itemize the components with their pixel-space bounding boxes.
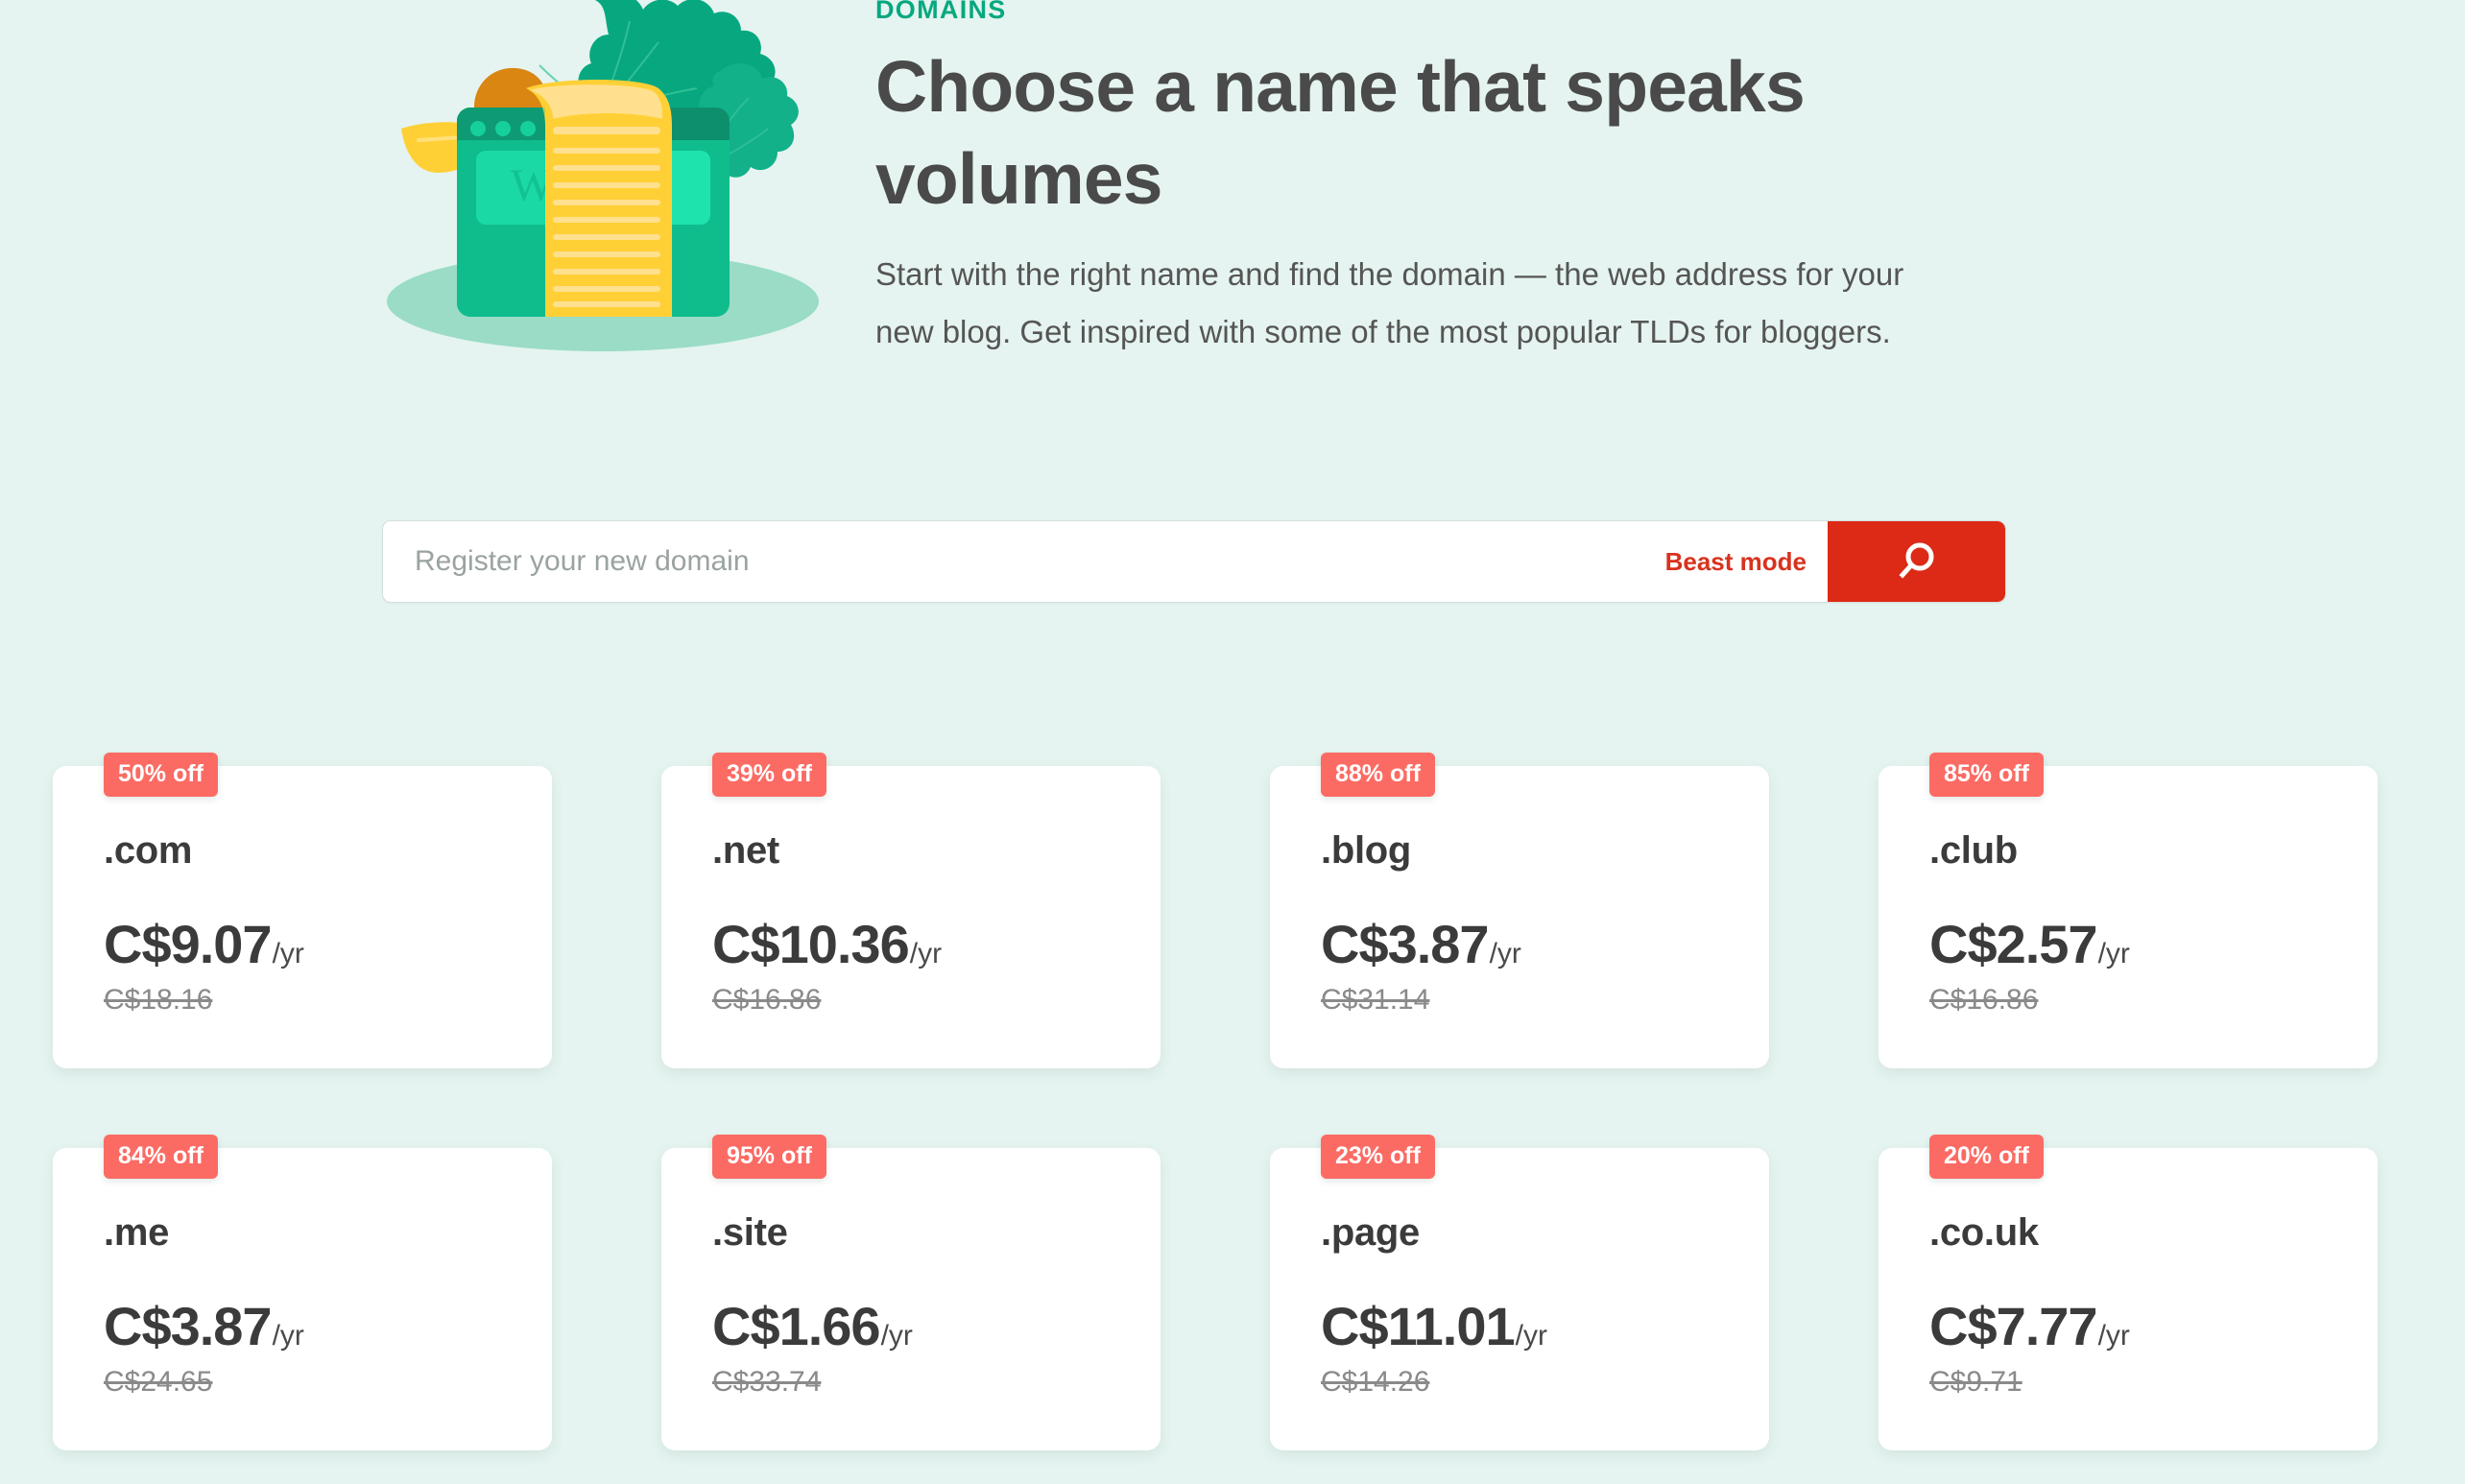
discount-badge: 50% off — [104, 753, 218, 797]
tld-card-body: .page C$11.01 /yr C$14.26 — [1321, 1208, 1740, 1401]
tld-card-body: .site C$1.66 /yr C$33.74 — [712, 1208, 1132, 1401]
price-period: /yr — [272, 938, 304, 969]
tld-card-row: 50% off .com C$9.07 /yr C$18.16 39% off — [0, 753, 2465, 1069]
domains-landing-page: W DOMAINS Choose a name that speaks volu… — [0, 0, 2465, 1484]
tld-price-card-grid: 50% off .com C$9.07 /yr C$18.16 39% off — [0, 753, 2465, 1451]
tld-card-body: .me C$3.87 /yr C$24.65 — [104, 1208, 523, 1401]
blog-window-scroll-leaf-illustration: W — [365, 0, 826, 386]
search-icon — [1892, 537, 1942, 586]
original-price: C$9.71 — [1929, 1366, 2022, 1398]
sale-price: C$1.66 — [712, 1296, 881, 1356]
price-period: /yr — [2097, 938, 2130, 969]
tld-card-body: .club C$2.57 /yr C$16.86 — [1929, 826, 2349, 1019]
tld-name: .co.uk — [1929, 1211, 2039, 1254]
discount-badge: 39% off — [712, 753, 826, 797]
tld-name: .page — [1321, 1211, 1420, 1254]
discount-badge: 85% off — [1929, 753, 2044, 797]
sale-price: C$3.87 — [104, 1296, 273, 1356]
tld-card[interactable]: .com C$9.07 /yr C$18.16 — [53, 766, 552, 1068]
sale-price: C$9.07 — [104, 914, 273, 974]
tld-card-body: .com C$9.07 /yr C$18.16 — [104, 826, 523, 1019]
tld-card[interactable]: .page C$11.01 /yr C$14.26 — [1270, 1148, 1769, 1450]
tld-card[interactable]: .co.uk C$7.77 /yr C$9.71 — [1879, 1148, 2378, 1450]
original-price: C$31.14 — [1321, 984, 1430, 1016]
tld-card-slot: 84% off .me C$3.87 /yr C$24.65 — [53, 1135, 552, 1451]
section-eyebrow-label: DOMAINS — [875, 0, 1007, 24]
tld-card[interactable]: .me C$3.87 /yr C$24.65 — [53, 1148, 552, 1450]
sale-price: C$10.36 — [712, 914, 910, 974]
original-price: C$24.65 — [104, 1366, 213, 1398]
hero-section: W DOMAINS Choose a name that speaks volu… — [0, 0, 2465, 451]
price-period: /yr — [2097, 1320, 2130, 1352]
tld-card-body: .blog C$3.87 /yr C$31.14 — [1321, 826, 1740, 1019]
tld-card[interactable]: .blog C$3.87 /yr C$31.14 — [1270, 766, 1769, 1068]
discount-badge: 95% off — [712, 1135, 826, 1179]
tld-card[interactable]: .net C$10.36 /yr C$16.86 — [661, 766, 1161, 1068]
discount-badge: 23% off — [1321, 1135, 1435, 1179]
domain-search-bar[interactable]: Beast mode — [382, 520, 2006, 603]
sale-price: C$7.77 — [1929, 1296, 2098, 1356]
search-input[interactable] — [383, 521, 1656, 602]
tld-name: .net — [712, 829, 779, 872]
tld-card-body: .co.uk C$7.77 /yr C$9.71 — [1929, 1208, 2349, 1401]
price-line: C$3.87 /yr — [1321, 918, 1740, 971]
tld-card[interactable]: .site C$1.66 /yr C$33.74 — [661, 1148, 1161, 1450]
tld-name: .com — [104, 829, 193, 872]
original-price: C$14.26 — [1321, 1366, 1430, 1398]
tld-card-slot: 88% off .blog C$3.87 /yr C$31.14 — [1270, 753, 1769, 1069]
original-price: C$16.86 — [712, 984, 822, 1016]
price-period: /yr — [909, 938, 943, 969]
price-period: /yr — [1515, 1320, 1547, 1352]
sale-price: C$3.87 — [1321, 914, 1490, 974]
price-line: C$3.87 /yr — [104, 1300, 523, 1353]
price-period: /yr — [1489, 938, 1521, 969]
original-price: C$16.86 — [1929, 984, 2039, 1016]
tld-name: .site — [712, 1211, 788, 1254]
tld-card-body: .net C$10.36 /yr C$16.86 — [712, 826, 1132, 1019]
tld-name: .me — [104, 1211, 170, 1254]
tld-card-slot: 95% off .site C$1.66 /yr C$33.74 — [661, 1135, 1161, 1451]
hero-text-block: DOMAINS Choose a name that speaks volume… — [875, 0, 1950, 361]
sale-price: C$2.57 — [1929, 914, 2098, 974]
sale-price: C$11.01 — [1321, 1296, 1516, 1356]
price-line: C$2.57 /yr — [1929, 918, 2349, 971]
price-line: C$7.77 /yr — [1929, 1300, 2349, 1353]
hero-description: Start with the right name and find the d… — [875, 256, 1904, 349]
beast-mode-button[interactable]: Beast mode — [1656, 521, 1828, 602]
discount-badge: 20% off — [1929, 1135, 2044, 1179]
price-line: C$1.66 /yr — [712, 1300, 1132, 1353]
tld-name: .blog — [1321, 829, 1412, 872]
tld-card-slot: 23% off .page C$11.01 /yr C$14.26 — [1270, 1135, 1769, 1451]
tld-card[interactable]: .club C$2.57 /yr C$16.86 — [1879, 766, 2378, 1068]
tld-card-slot: 50% off .com C$9.07 /yr C$18.16 — [53, 753, 552, 1069]
page-title: Choose a name that speaks volumes — [875, 46, 1806, 219]
tld-card-row: 84% off .me C$3.87 /yr C$24.65 95% off .… — [0, 1135, 2465, 1451]
search-submit-button[interactable] — [1828, 521, 2005, 602]
price-line: C$11.01 /yr — [1321, 1300, 1740, 1353]
price-period: /yr — [272, 1320, 304, 1352]
original-price: C$18.16 — [104, 984, 213, 1016]
tld-name: .club — [1929, 829, 2018, 872]
discount-badge: 88% off — [1321, 753, 1435, 797]
price-period: /yr — [880, 1320, 913, 1352]
tld-card-slot: 85% off .club C$2.57 /yr C$16.86 — [1879, 753, 2378, 1069]
tld-card-slot: 20% off .co.uk C$7.77 /yr C$9.71 — [1879, 1135, 2378, 1451]
tld-card-slot: 39% off .net C$10.36 /yr C$16.86 — [661, 753, 1161, 1069]
original-price: C$33.74 — [712, 1366, 822, 1398]
price-line: C$10.36 /yr — [712, 918, 1132, 971]
price-line: C$9.07 /yr — [104, 918, 523, 971]
discount-badge: 84% off — [104, 1135, 218, 1179]
